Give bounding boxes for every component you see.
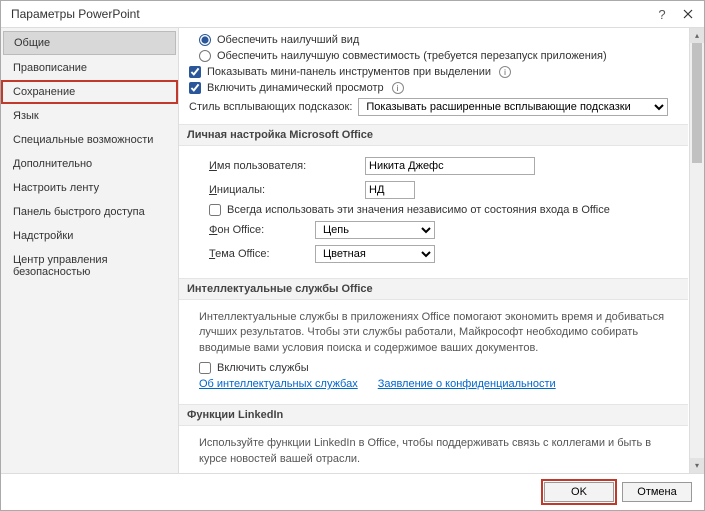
chk-live-preview-label: Включить динамический просмотр (207, 82, 384, 94)
radio-best-compat[interactable] (199, 50, 211, 62)
sidebar: Общие Правописание Сохранение Язык Специ… (1, 28, 179, 473)
sidebar-item-advanced[interactable]: Дополнительно (1, 152, 178, 176)
scroll-down-icon[interactable]: ▾ (690, 458, 704, 473)
section-header-intel: Интеллектуальные службы Office (179, 278, 688, 300)
chk-live-preview[interactable] (189, 82, 201, 94)
content-pane: ▴ ▾ Обеспечить наилучший вид Обеспечить … (179, 28, 704, 473)
sidebar-item-addins[interactable]: Надстройки (1, 224, 178, 248)
tooltip-style-select[interactable]: Показывать расширенные всплывающие подск… (358, 98, 668, 116)
titlebar: Параметры PowerPoint ? (1, 1, 704, 28)
sidebar-item-save[interactable]: Сохранение (1, 80, 178, 104)
sidebar-item-language[interactable]: Язык (1, 104, 178, 128)
close-icon[interactable] (682, 8, 694, 20)
scroll-thumb[interactable] (692, 43, 702, 163)
info-icon[interactable]: i (392, 82, 404, 94)
chk-always-use-label: Всегда использовать эти значения независ… (227, 204, 610, 216)
office-theme-label: Тема Office: (209, 248, 309, 260)
office-bg-select[interactable]: Цепь (315, 221, 435, 239)
sidebar-item-accessibility[interactable]: Специальные возможности (1, 128, 178, 152)
ok-button[interactable]: OK (544, 482, 614, 502)
section-header-linkedin: Функции LinkedIn (179, 404, 688, 426)
link-about-intel[interactable]: Об интеллектуальных службах (199, 378, 358, 390)
initials-label: Инициалы: (209, 184, 359, 196)
chk-mini-toolbar-label: Показывать мини-панель инструментов при … (207, 66, 491, 78)
link-privacy[interactable]: Заявление о конфиденциальности (378, 378, 556, 390)
chk-enable-services-label: Включить службы (217, 362, 309, 374)
intel-desc: Интеллектуальные службы в приложениях Of… (199, 308, 676, 360)
cancel-button[interactable]: Отмена (622, 482, 692, 502)
office-theme-select[interactable]: Цветная (315, 245, 435, 263)
sidebar-item-ribbon[interactable]: Настроить ленту (1, 176, 178, 200)
initials-input[interactable] (365, 181, 415, 199)
sidebar-item-trust-center[interactable]: Центр управления безопасностью (1, 248, 178, 284)
sidebar-item-quick-access[interactable]: Панель быстрого доступа (1, 200, 178, 224)
chk-always-use[interactable] (209, 204, 221, 216)
dialog-footer: OK Отмена (1, 473, 704, 510)
section-header-personal: Личная настройка Microsoft Office (179, 124, 688, 146)
tooltip-style-label: Стиль всплывающих подсказок: (189, 101, 352, 113)
sidebar-item-general[interactable]: Общие (3, 31, 176, 55)
radio-best-compat-label: Обеспечить наилучшую совместимость (треб… (217, 50, 607, 62)
radio-best-view-label: Обеспечить наилучший вид (217, 34, 359, 46)
office-bg-label: Фон Office: (209, 224, 309, 236)
radio-best-view[interactable] (199, 34, 211, 46)
linkedin-desc: Используйте функции LinkedIn в Office, ч… (199, 434, 676, 471)
username-label: Имя пользователя: (209, 160, 359, 172)
options-dialog: Параметры PowerPoint ? Общие Правописани… (0, 0, 705, 511)
scroll-up-icon[interactable]: ▴ (690, 28, 704, 43)
chk-mini-toolbar[interactable] (189, 66, 201, 78)
window-title: Параметры PowerPoint (11, 7, 140, 21)
help-icon[interactable]: ? (656, 8, 668, 20)
username-input[interactable] (365, 157, 535, 175)
chk-enable-services[interactable] (199, 362, 211, 374)
sidebar-item-proofing[interactable]: Правописание (1, 56, 178, 80)
info-icon[interactable]: i (499, 66, 511, 78)
scrollbar[interactable]: ▴ ▾ (689, 28, 704, 473)
